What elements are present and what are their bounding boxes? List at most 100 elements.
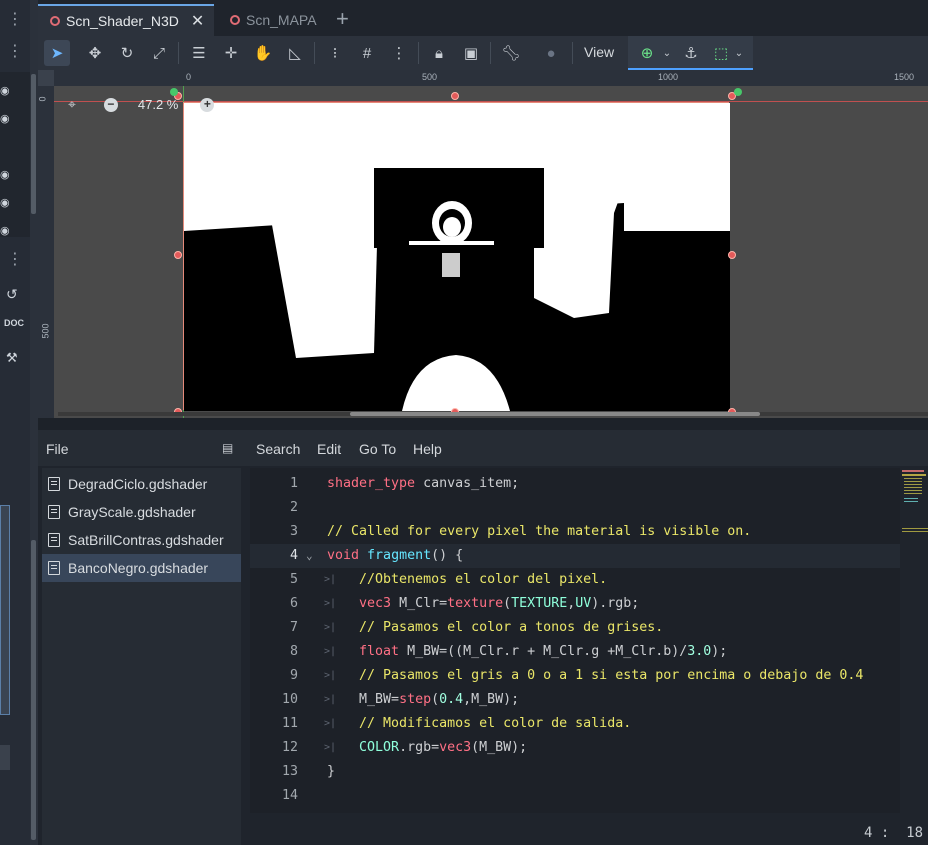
camera-icon[interactable]: ●: [538, 40, 564, 66]
shader-preview-rect[interactable]: [183, 102, 730, 411]
menu-edit[interactable]: Edit: [317, 441, 341, 457]
grid-snap-icon[interactable]: #: [354, 40, 380, 66]
anchor-toolbar-group: ⊕ ⌄ ⚓︎ ⬚ ⌄: [628, 36, 753, 70]
code-line: 6 >| vec3 M_Clr=texture(TEXTURE,UV).rgb;: [289, 596, 640, 611]
smart-snap-icon[interactable]: ⁝: [322, 40, 348, 66]
fold-arrow-icon[interactable]: ⌄: [306, 544, 313, 568]
tools-icon[interactable]: ⚒: [6, 350, 18, 366]
scroll-thumb-2[interactable]: [31, 540, 36, 840]
script-menu-bar: File ▤ Search Edit Go To Help: [38, 430, 928, 466]
resize-handle[interactable]: [174, 251, 182, 259]
visibility-eye-icon[interactable]: ◉: [0, 168, 12, 181]
code-line: 7 >| // Pasamos el color a tonos de grise…: [289, 620, 664, 635]
dock-scrollbar[interactable]: [30, 0, 38, 845]
move-mode-icon[interactable]: ✥: [82, 40, 108, 66]
scene-icon: [230, 15, 240, 25]
snap-options-icon[interactable]: ⋮: [386, 40, 412, 66]
anchor-handle[interactable]: [734, 88, 742, 96]
zoom-control: ⌖ − 47.2 % +: [68, 96, 215, 113]
inspector-menu-icon[interactable]: ⋮: [0, 252, 30, 268]
panel-splitter[interactable]: [38, 418, 928, 430]
ruler-label: 1000: [658, 72, 679, 82]
code-line: 12 >| COLOR.rgb=vec3(M_BW);: [281, 740, 528, 755]
visibility-eye-icon[interactable]: ◉: [0, 84, 12, 97]
file-name: DegradCiclo.gdshader: [68, 476, 208, 492]
list-item[interactable]: GrayScale.gdshader: [42, 498, 241, 526]
inspector-list: [0, 505, 10, 715]
code-editor[interactable]: 1 shader_type canvas_item; 2 3// Called f…: [250, 468, 900, 813]
file-icon: [48, 477, 60, 491]
zoom-in-icon[interactable]: +: [200, 97, 215, 112]
godot-editor: ⋮ ⋮ ◉ ◉ ◉ ◉ ◉ ⋮ ↺ DOC ⚒ Scn_Shader_N3D ✕…: [0, 0, 928, 845]
list-select-icon[interactable]: ☰: [186, 40, 212, 66]
center-view-icon[interactable]: ⌖: [68, 96, 76, 113]
code-line-current: 4 ⌄ void fragment() {: [250, 544, 900, 568]
close-icon[interactable]: ✕: [191, 11, 204, 31]
cursor-position: 4 : 18: [864, 825, 924, 841]
menu-search[interactable]: Search: [256, 441, 300, 457]
resize-handle[interactable]: [451, 92, 459, 100]
bone-icon[interactable]: 🦴︎: [498, 40, 524, 66]
visibility-eye-icon[interactable]: ◉: [0, 112, 12, 125]
bw-shader-output: [184, 103, 730, 411]
view-menu-button[interactable]: View: [584, 44, 614, 60]
history-icon[interactable]: ↺: [6, 286, 18, 303]
anchor-icon[interactable]: ⚓︎: [678, 40, 704, 66]
lock-icon[interactable]: 🔒︎: [426, 40, 452, 66]
scene-tab-bar: Scn_Shader_N3D ✕ Scn_MAPA +: [38, 0, 928, 36]
list-item[interactable]: DegradCiclo.gdshader: [42, 470, 241, 498]
menu-goto[interactable]: Go To: [359, 441, 396, 457]
file-name: BancoNegro.gdshader: [68, 560, 209, 576]
list-item-selected[interactable]: BancoNegro.gdshader: [42, 554, 241, 582]
code-line: 13}: [281, 764, 336, 779]
rotate-mode-icon[interactable]: ↻: [114, 40, 140, 66]
anchor-handle[interactable]: [170, 88, 178, 96]
inspector-field[interactable]: [0, 745, 10, 770]
chevron-down-icon[interactable]: ⌄: [654, 40, 680, 66]
ruler-vertical[interactable]: 0 500: [38, 86, 54, 418]
viewport-hscrollbar[interactable]: [58, 412, 928, 416]
ruler-label: 0: [37, 96, 48, 102]
visibility-eye-icon[interactable]: ◉: [0, 196, 12, 209]
script-editor-panel: File ▤ Search Edit Go To Help DegradCicl…: [38, 430, 928, 845]
menu-file[interactable]: File: [46, 441, 69, 457]
scroll-thumb[interactable]: [350, 412, 760, 416]
ruler-horizontal[interactable]: 0 500 1000 1500: [54, 70, 928, 86]
code-minimap[interactable]: [900, 468, 928, 548]
add-tab-icon[interactable]: +: [336, 6, 349, 32]
code-line: 8 >| float M_BW=((M_Clr.r + M_Clr.g +M_Cl…: [289, 644, 728, 659]
tab-scn-mapa[interactable]: Scn_MAPA: [218, 4, 328, 36]
tab-scn-shader-n3d[interactable]: Scn_Shader_N3D ✕: [38, 4, 214, 36]
scroll-thumb[interactable]: [31, 74, 36, 214]
tab-label: Scn_Shader_N3D: [66, 13, 179, 29]
doc-icon[interactable]: DOC: [4, 318, 24, 328]
dock-menu-icon-2[interactable]: ⋮: [0, 44, 30, 60]
canvas-viewport[interactable]: ⌖ − 47.2 % +: [54, 86, 928, 418]
list-item[interactable]: SatBrillContras.gdshader: [42, 526, 241, 554]
pan-hand-icon[interactable]: ✋: [250, 40, 276, 66]
script-file-list: DegradCiclo.gdshader GrayScale.gdshader …: [42, 468, 241, 845]
scene-icon: [50, 16, 60, 26]
chevron-down-icon[interactable]: ⌄: [726, 40, 752, 66]
resize-handle[interactable]: [728, 251, 736, 259]
menu-help[interactable]: Help: [413, 441, 442, 457]
dock-menu-icon[interactable]: ⋮: [0, 12, 30, 28]
select-mode-icon[interactable]: ➤: [44, 40, 70, 66]
zoom-level[interactable]: 47.2 %: [138, 97, 178, 112]
toggle-scripts-panel-icon[interactable]: ▤: [222, 441, 233, 455]
left-dock: ⋮ ⋮ ◉ ◉ ◉ ◉ ◉ ⋮ ↺ DOC ⚒: [0, 0, 30, 845]
scale-mode-icon[interactable]: ⤢: [146, 40, 172, 66]
code-line: 2: [289, 500, 298, 515]
ruler-label: 500: [422, 72, 438, 82]
file-icon: [48, 561, 60, 575]
pivot-icon[interactable]: ✛: [218, 40, 244, 66]
ruler-label: 500: [40, 323, 51, 339]
group-icon[interactable]: ▣: [458, 40, 484, 66]
visibility-eye-icon[interactable]: ◉: [0, 224, 12, 237]
ruler-icon[interactable]: ◺: [282, 40, 308, 66]
file-name: GrayScale.gdshader: [68, 504, 196, 520]
code-line: 3// Called for every pixel the material …: [289, 524, 752, 539]
ruler-label: 1500: [894, 72, 915, 82]
zoom-out-icon[interactable]: −: [103, 97, 118, 112]
ruler-label: 0: [186, 72, 192, 82]
